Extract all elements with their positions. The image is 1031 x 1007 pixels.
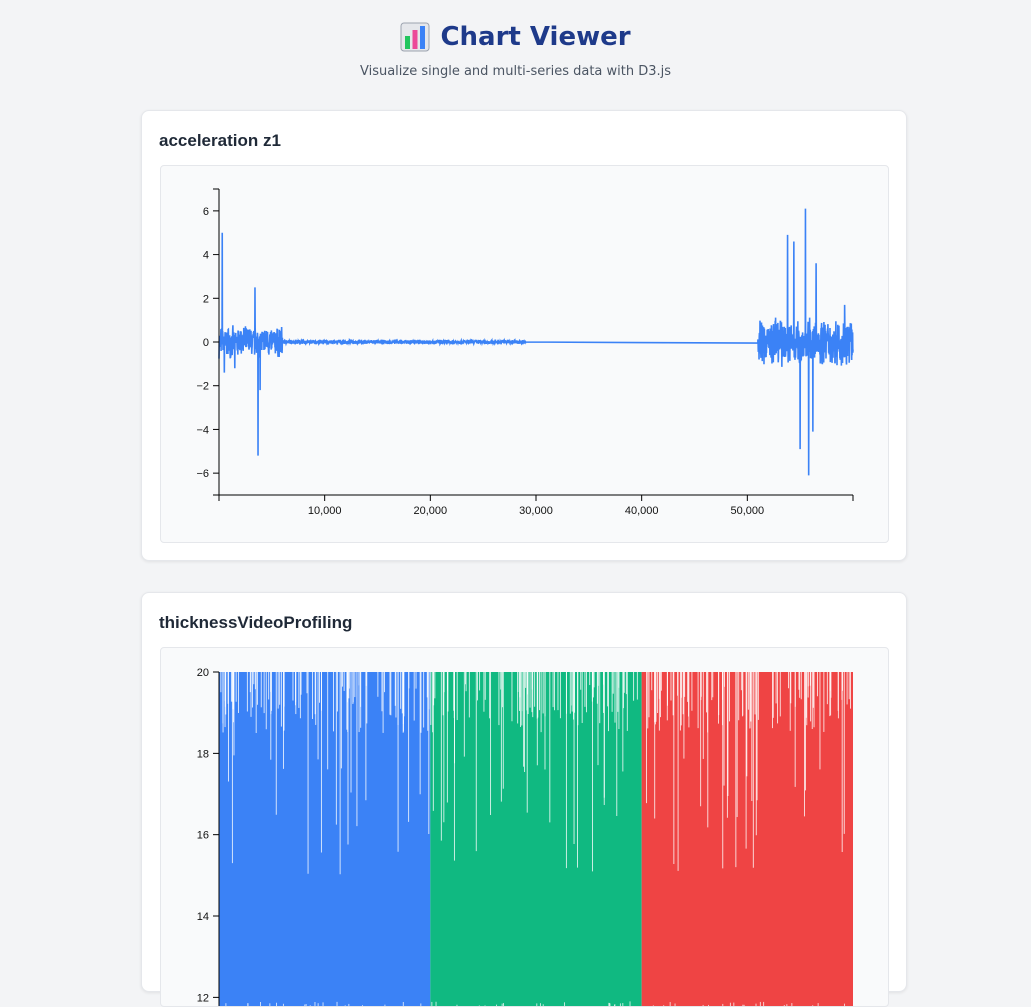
chart-container: 12 14 16 18 20 [160,647,889,1007]
x-tick-label: 10,000 [308,505,342,517]
page-header: Chart Viewer Visualize single and multi-… [0,0,1031,79]
y-tick-label: −4 [196,424,209,436]
chart-title: acceleration z1 [159,131,281,151]
x-tick-label: 30,000 [519,505,553,517]
x-tick-label: 50,000 [731,505,765,517]
bar-chart-icon [400,22,430,52]
chart-container: −6 −4 −2 0 2 4 6 10,000 20,000 30,000 40,000 50,000 [160,165,889,543]
series-fill [642,672,853,1007]
y-tick-label: 0 [203,337,209,349]
app-title: Chart Viewer [400,22,630,52]
app-title-text: Chart Viewer [440,22,630,52]
thickness-series-2 [430,672,641,1007]
thickness-chart-svg[interactable]: 12 14 16 18 20 [161,648,889,1007]
y-tick-label: 14 [197,911,209,923]
chart-title: thicknessVideoProfiling [159,613,352,633]
app-subtitle: Visualize single and multi-series data w… [0,64,1031,79]
chart-card-thickness: thicknessVideoProfiling 1214161820 [141,592,907,992]
x-tick-label: 20,000 [414,505,448,517]
y-tick-label: −6 [196,468,209,480]
thickness-series-1 [219,672,430,1007]
chart-card-acceleration: acceleration z1 −6 −4 −2 0 2 4 6 10,000 20,000 30… [141,110,907,561]
y-tick-label: 2 [203,293,209,305]
y-tick-label: 18 [197,748,209,760]
x-tick-label: 40,000 [625,505,659,517]
y-tick-label: 6 [203,206,209,218]
y-tick-label: 16 [197,830,209,842]
y-tick-label: 4 [203,250,209,262]
acceleration-series-line [219,209,853,476]
thickness-series-3 [642,672,853,1007]
y-tick-label: 20 [197,667,209,679]
series-fill [219,672,430,1007]
y-tick-label: −2 [196,381,209,393]
acceleration-chart-svg[interactable]: −6 −4 −2 0 2 4 6 10,000 20,000 30,000 40,000 50,000 [161,166,889,543]
y-tick-label: 12 [197,992,209,1004]
series-fill [430,672,641,1007]
